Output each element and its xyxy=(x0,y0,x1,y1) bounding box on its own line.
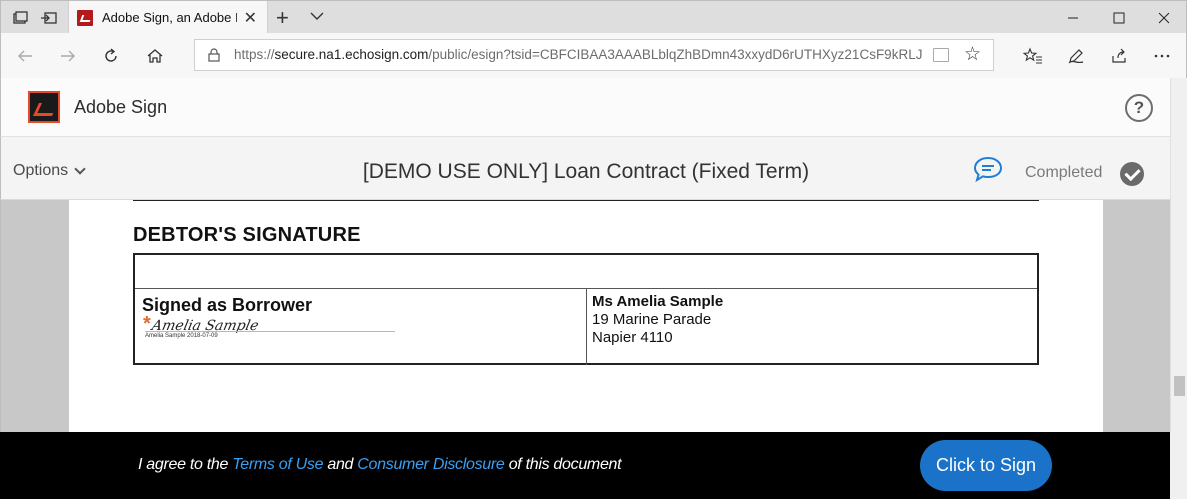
borrower-address: Ms Amelia Sample 19 Marine Parade Napier… xyxy=(592,293,723,347)
signed-as-label: Signed as Borrower xyxy=(142,295,313,315)
chevron-down-icon[interactable] xyxy=(309,8,325,24)
close-window-icon[interactable] xyxy=(1141,1,1187,34)
back-arrow-icon[interactable] xyxy=(13,44,37,68)
share-icon[interactable] xyxy=(1107,44,1131,68)
tab-actions-icon[interactable] xyxy=(11,9,29,27)
adobe-sign-header: Adobe Sign ? xyxy=(0,78,1170,137)
favorite-star-icon[interactable]: ☆ xyxy=(964,43,981,66)
brand-name: Adobe Sign xyxy=(74,97,168,117)
chat-bubble-icon[interactable] xyxy=(973,156,1003,182)
signature-caption: Amelia Sample 2018-07-09 xyxy=(145,333,218,339)
vertical-scrollbar[interactable] xyxy=(1170,78,1187,432)
tab-title: Adobe Sign, an Adobe I xyxy=(102,10,237,25)
section-divider xyxy=(133,200,1039,201)
more-options-icon[interactable] xyxy=(1150,44,1174,68)
new-tab-icon[interactable]: + xyxy=(276,5,289,31)
scrollbar-corner xyxy=(1170,432,1187,499)
completed-status: Completed xyxy=(1025,164,1103,181)
adobe-sign-favicon-icon xyxy=(77,10,93,26)
home-icon[interactable] xyxy=(143,44,167,68)
close-tab-icon[interactable]: ✕ xyxy=(244,8,257,28)
browser-tab-strip: Adobe Sign, an Adobe I ✕ + xyxy=(0,0,1187,34)
maximize-icon[interactable] xyxy=(1096,1,1142,34)
sign-footer-bar: I agree to the Terms of Use and Consumer… xyxy=(0,432,1170,499)
signature-table: Signed as Borrower * Amelia Sample Ameli… xyxy=(133,253,1039,365)
reading-view-icon[interactable] xyxy=(933,48,949,62)
section-title: DEBTOR'S SIGNATURE xyxy=(133,224,361,246)
agreement-text: I agree to the Terms of Use and Consumer… xyxy=(138,456,622,473)
click-to-sign-button[interactable]: Click to Sign xyxy=(920,440,1052,491)
address-line-2: Napier 4110 xyxy=(592,329,673,346)
terms-of-use-link[interactable]: Terms of Use xyxy=(232,456,323,473)
set-tabs-aside-icon[interactable] xyxy=(40,9,58,27)
document-title-bar: Options [DEMO USE ONLY] Loan Contract (F… xyxy=(0,137,1170,200)
document-page: DEBTOR'S SIGNATURE Signed as Borrower * … xyxy=(69,200,1103,432)
browser-tab-adobe-sign[interactable]: Adobe Sign, an Adobe I ✕ xyxy=(68,1,268,34)
consumer-disclosure-link[interactable]: Consumer Disclosure xyxy=(357,456,505,473)
address-line-1: 19 Marine Parade xyxy=(592,311,712,328)
table-column-divider xyxy=(586,289,587,365)
scrollbar-thumb[interactable] xyxy=(1174,376,1185,396)
lock-icon xyxy=(208,48,220,62)
forward-arrow-icon[interactable] xyxy=(56,44,80,68)
pen-notes-icon[interactable] xyxy=(1064,44,1088,68)
table-header-row xyxy=(135,255,1037,289)
browser-navigation-bar: https://secure.na1.echosign.com/public/e… xyxy=(0,33,1187,78)
favorites-list-icon[interactable] xyxy=(1021,44,1045,68)
document-viewport[interactable]: DEBTOR'S SIGNATURE Signed as Borrower * … xyxy=(0,200,1170,432)
completed-check-icon xyxy=(1120,162,1144,186)
refresh-icon[interactable] xyxy=(99,44,123,68)
url-text: https://secure.na1.echosign.com/public/e… xyxy=(234,47,922,62)
borrower-name: Ms Amelia Sample xyxy=(592,293,724,310)
minimize-icon[interactable] xyxy=(1050,1,1096,34)
address-bar[interactable]: https://secure.na1.echosign.com/public/e… xyxy=(194,39,994,71)
signature-line xyxy=(145,331,395,332)
adobe-sign-logo-icon xyxy=(28,91,60,123)
help-icon[interactable]: ? xyxy=(1125,94,1153,122)
